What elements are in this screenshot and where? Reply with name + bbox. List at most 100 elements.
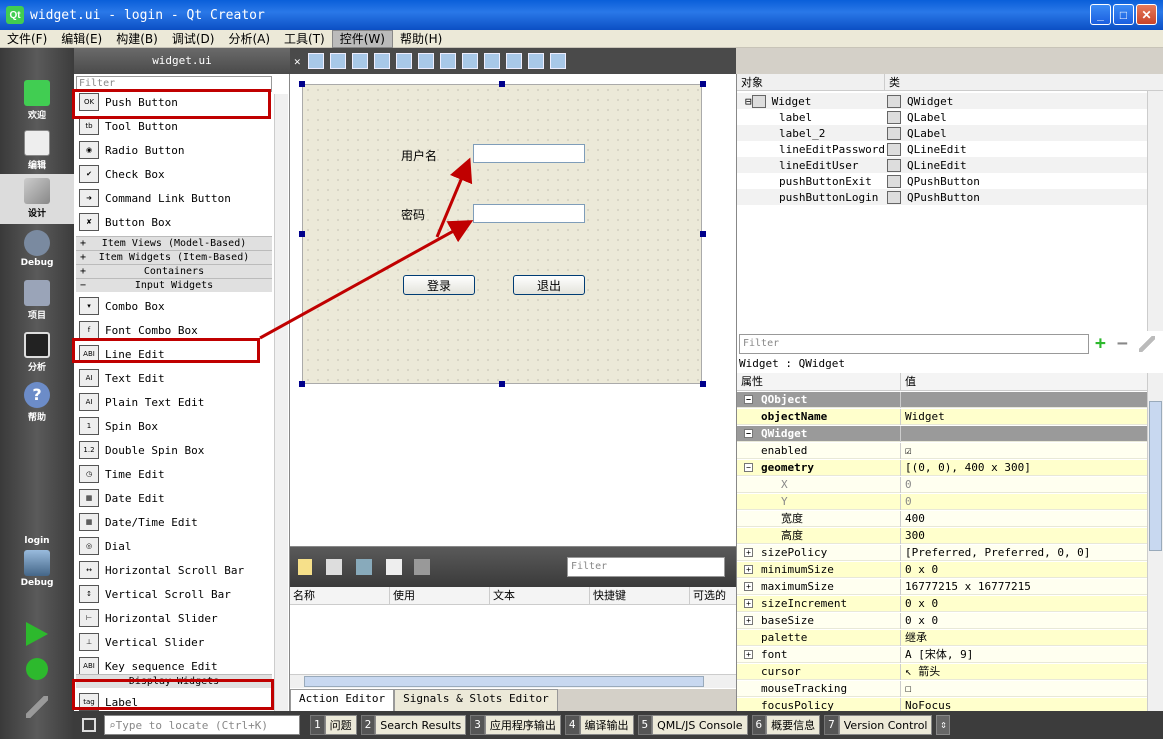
col-checkable[interactable]: 可选的: [690, 587, 736, 604]
expand-icon[interactable]: −: [744, 462, 753, 472]
property-row-enabled[interactable]: enabled ☑: [737, 442, 1147, 459]
object-row-lineedituser[interactable]: lineEditUser QLineEdit: [737, 157, 1147, 173]
property-row-cursor[interactable]: cursor ↖ 箭头: [737, 663, 1147, 680]
delete-action-icon[interactable]: [386, 559, 402, 575]
object-name: pushButtonExit: [779, 174, 872, 188]
property-value[interactable]: 0 x 0: [901, 613, 938, 629]
output-pane-[interactable]: 3 应用程序输出: [470, 715, 561, 735]
property-row-qobject[interactable]: − QObject: [737, 391, 1147, 408]
object-row-pushbuttonexit[interactable]: pushButtonExit QPushButton: [737, 173, 1147, 189]
tab-signals-slots[interactable]: Signals & Slots Editor: [394, 689, 558, 712]
output-pane-buttons: 1 问题 2 Search Results 3 应用程序输出 4 编译输出 5 QML/JS Co…: [310, 715, 936, 735]
action-filter-input[interactable]: Filter: [567, 557, 725, 577]
property-row-sizeincrement[interactable]: + sizeIncrement 0 x 0: [737, 595, 1147, 612]
object-row-label-2[interactable]: label_2 QLabel: [737, 125, 1147, 141]
property-value-text: [(0, 0), 400 x 300]: [905, 460, 1031, 474]
expand-icon[interactable]: +: [744, 564, 753, 574]
object-name-cell: pushButtonExit: [737, 175, 887, 188]
pane-number: 5: [637, 715, 653, 735]
new-action-icon[interactable]: [298, 559, 312, 575]
property-row-qwidget[interactable]: − QWidget: [737, 425, 1147, 442]
property-row-maximumsize[interactable]: + maximumSize 16777215 x 16777215: [737, 578, 1147, 595]
expand-icon[interactable]: +: [744, 598, 753, 608]
property-key: Y: [781, 494, 788, 508]
property-row-minimumsize[interactable]: + minimumSize 0 x 0: [737, 561, 1147, 578]
property-row-geometry[interactable]: − geometry [(0, 0), 400 x 300]: [737, 459, 1147, 476]
expand-icon[interactable]: −: [744, 394, 753, 404]
property-value[interactable]: 0: [901, 494, 912, 510]
output-pane-[interactable]: 1 问题: [310, 715, 357, 735]
property-header: 属性 值: [737, 373, 1147, 391]
property-value[interactable]: 300: [901, 528, 925, 544]
property-value-text: A [宋体, 9]: [905, 647, 974, 661]
scroll-thumb[interactable]: [304, 676, 704, 687]
property-row-basesize[interactable]: + baseSize 0 x 0: [737, 612, 1147, 629]
property-value[interactable]: 16777215 x 16777215: [901, 579, 1031, 595]
property-row-objectname[interactable]: objectName Widget: [737, 408, 1147, 425]
object-row-pushbuttonlogin[interactable]: pushButtonLogin QPushButton: [737, 189, 1147, 205]
class-cell: QPushButton: [887, 174, 980, 188]
property-value[interactable]: 0 x 0: [901, 596, 938, 612]
output-pane-[interactable]: 6 概要信息: [751, 715, 821, 735]
property-row-sizepolicy[interactable]: + sizePolicy [Preferred, Preferred, 0, 0]: [737, 544, 1147, 561]
configure-icon[interactable]: [414, 559, 430, 575]
property-key: QWidget: [761, 426, 808, 440]
col-text[interactable]: 文本: [490, 587, 590, 604]
col-used[interactable]: 使用: [390, 587, 490, 604]
collapse-icon[interactable]: ⊟: [745, 95, 752, 108]
property-value[interactable]: ↖ 箭头: [901, 664, 940, 680]
property-row-palette[interactable]: palette 继承: [737, 629, 1147, 646]
action-hscrollbar[interactable]: [290, 674, 736, 688]
property-value[interactable]: 0 x 0: [901, 562, 938, 578]
class-name: QLineEdit: [907, 158, 967, 172]
property-row-y[interactable]: Y0: [737, 493, 1147, 510]
scroll-thumb[interactable]: [1149, 401, 1162, 551]
property-key: cursor: [761, 664, 801, 678]
property-value-text: ☐: [905, 681, 912, 695]
locator-input[interactable]: ⌕ Type to locate (Ctrl+K): [104, 715, 300, 735]
output-pane-[interactable]: 4 编译输出: [564, 715, 634, 735]
property-row-font[interactable]: + font A [宋体, 9]: [737, 646, 1147, 663]
expand-icon[interactable]: +: [744, 649, 753, 659]
property-value[interactable]: 继承: [901, 630, 927, 646]
property-row-[interactable]: 高度 300: [737, 527, 1147, 544]
tab-action-editor[interactable]: Action Editor: [290, 689, 395, 712]
object-row-lineeditpassword[interactable]: lineEditPassword QLineEdit: [737, 141, 1147, 157]
col-name[interactable]: 名称: [290, 587, 390, 604]
property-value[interactable]: [Preferred, Preferred, 0, 0]: [901, 545, 1090, 561]
pane-scroll-icon[interactable]: ⇕: [936, 715, 951, 735]
toggle-sidebar-icon[interactable]: [82, 718, 96, 732]
output-pane-version-control[interactable]: 7 Version Control: [824, 715, 933, 735]
property-scrollbar[interactable]: [1147, 373, 1163, 711]
property-row-x[interactable]: X0: [737, 476, 1147, 493]
property-value[interactable]: 0: [901, 477, 912, 493]
property-name: − geometry: [737, 459, 901, 476]
property-name: + sizePolicy: [737, 544, 901, 561]
col-shortcut[interactable]: 快捷键: [590, 587, 690, 604]
add-property-icon[interactable]: +: [1095, 335, 1106, 353]
object-tree-scrollbar[interactable]: [1147, 91, 1163, 331]
property-value[interactable]: Widget: [901, 409, 945, 425]
output-pane-qml-js-console[interactable]: 5 QML/JS Console: [637, 715, 748, 735]
property-filter-input[interactable]: Filter: [739, 334, 1089, 354]
configure-icon[interactable]: [1139, 336, 1155, 352]
copy-action-icon[interactable]: [326, 559, 342, 575]
property-row-[interactable]: 宽度 400: [737, 510, 1147, 527]
property-value-text: 0 x 0: [905, 613, 939, 627]
expand-icon[interactable]: +: [744, 581, 753, 591]
output-pane-search-results[interactable]: 2 Search Results: [360, 715, 467, 735]
object-row-label[interactable]: label QLabel: [737, 109, 1147, 125]
expand-icon[interactable]: −: [744, 428, 753, 438]
property-value[interactable]: ☐: [901, 681, 912, 697]
expand-icon[interactable]: +: [744, 615, 753, 625]
class-name: QPushButton: [907, 190, 980, 204]
remove-property-icon[interactable]: −: [1117, 335, 1128, 353]
property-row-mousetracking[interactable]: mouseTracking ☐: [737, 680, 1147, 697]
property-value[interactable]: [(0, 0), 400 x 300]: [901, 460, 1031, 476]
property-value[interactable]: ☑: [901, 443, 912, 459]
property-value[interactable]: A [宋体, 9]: [901, 647, 973, 663]
object-row-widget[interactable]: ⊟ Widget QWidget: [737, 93, 1147, 109]
paste-action-icon[interactable]: [356, 559, 372, 575]
property-value[interactable]: 400: [901, 511, 925, 527]
expand-icon[interactable]: +: [744, 547, 753, 557]
